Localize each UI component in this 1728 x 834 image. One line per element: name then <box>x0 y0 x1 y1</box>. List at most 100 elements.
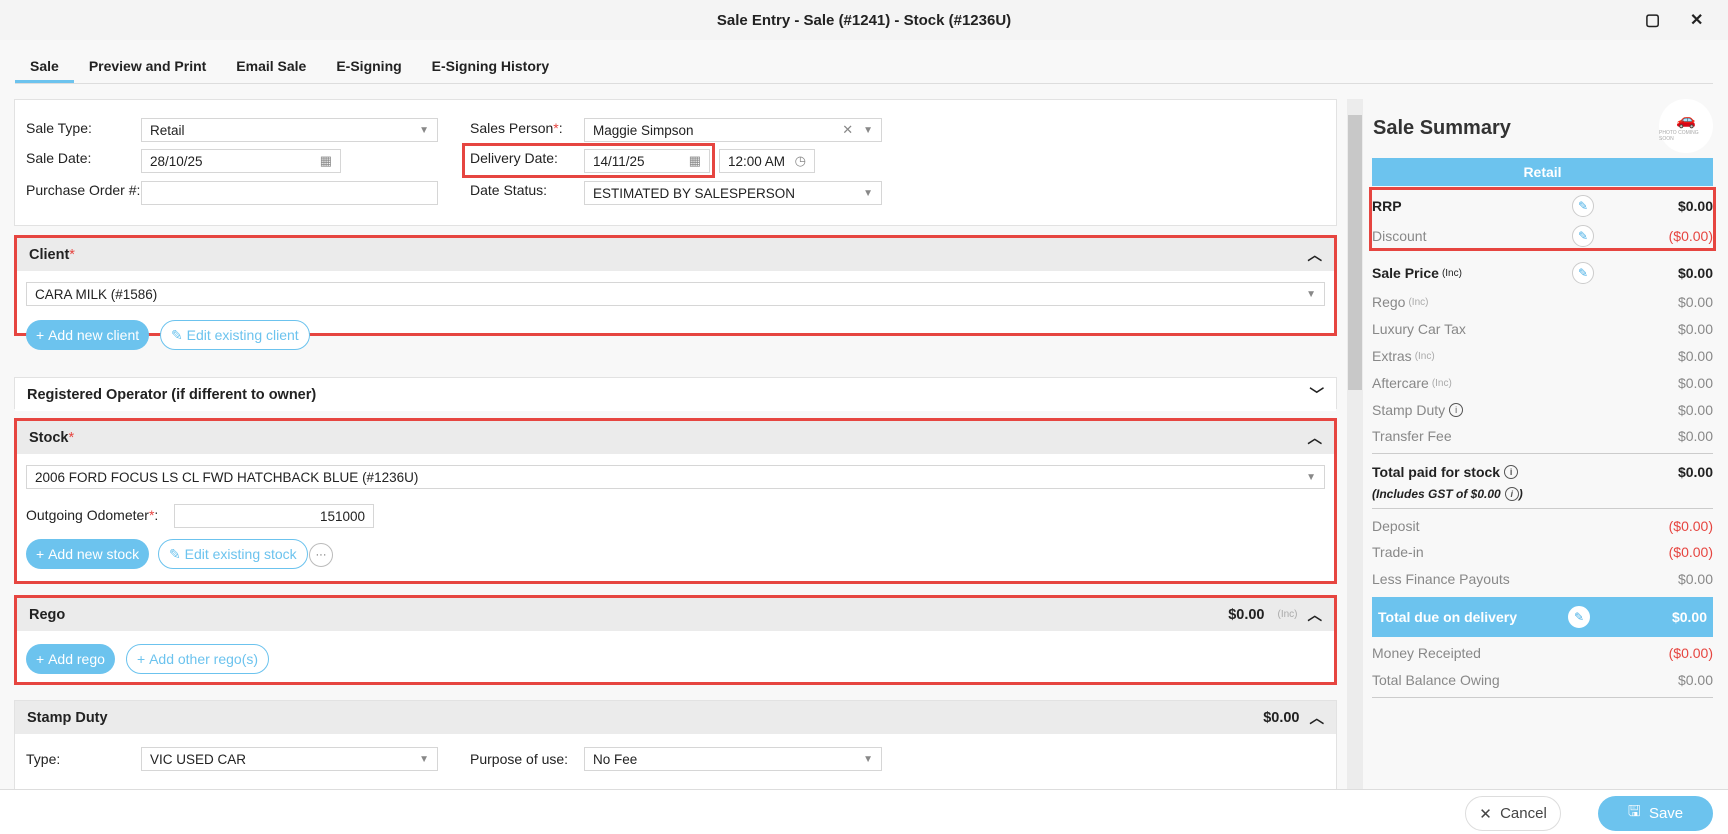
add-other-rego-button[interactable]: + Add other rego(s) <box>126 644 270 674</box>
stock-section: Stock * ︿ 2006 FORD FOCUS LS CL FWD HATCHB… <box>14 418 1337 584</box>
sale-date-input[interactable]: 28/10/25 ▦ <box>141 149 341 173</box>
chevron-up-icon[interactable]: ︿ <box>1308 427 1323 448</box>
add-rego-button[interactable]: + Add rego <box>26 644 115 674</box>
rego-row: Rego (Inc) $0.00 <box>1372 294 1713 310</box>
footer-bar: ✕ Cancel 🖫 Save <box>0 789 1728 834</box>
sale-price-row: Sale Price (Inc) $0.00 <box>1372 265 1713 281</box>
chevron-up-icon[interactable]: ︿ <box>1310 707 1325 728</box>
odometer-value: 151000 <box>319 508 365 524</box>
client-select[interactable]: CARA MILK (#1586) ▼ <box>26 282 1325 306</box>
registered-operator-section[interactable]: Registered Operator (if different to own… <box>14 377 1337 411</box>
stock-title: Stock <box>29 429 69 446</box>
edit-rrp-icon[interactable]: ✎ <box>1572 195 1594 217</box>
purpose-label: Purpose of use: <box>470 751 569 767</box>
close-icon[interactable]: ✕ <box>1690 10 1703 30</box>
rego-header[interactable]: Rego $0.00 (Inc) ︿ <box>17 598 1334 631</box>
edit-existing-stock-button[interactable]: ✎ Edit existing stock <box>158 539 308 569</box>
rego-section: Rego $0.00 (Inc) ︿ + Add rego + Add other r… <box>14 595 1337 685</box>
info-icon[interactable]: i <box>1504 465 1519 479</box>
vehicle-photo-placeholder: 🚗 PHOTO COMING SOON <box>1659 99 1713 153</box>
edit-existing-client-button[interactable]: ✎ Edit existing client <box>160 320 310 350</box>
sale-date-label: Sale Date: <box>26 150 92 166</box>
add-new-stock-button[interactable]: + Add new stock <box>26 539 150 569</box>
sale-type-select[interactable]: Retail ▼ <box>141 118 438 142</box>
chevron-up-icon[interactable]: ︿ <box>1308 604 1323 625</box>
tab-email-sale[interactable]: Email Sale <box>221 52 321 83</box>
delivery-time-input[interactable]: 12:00 AM ◷ <box>719 149 815 173</box>
info-icon[interactable]: i <box>1449 403 1464 417</box>
odometer-input[interactable]: 151000 <box>174 504 374 528</box>
po-label: Purchase Order #: <box>26 182 141 198</box>
date-status-value: ESTIMATED BY SALESPERSON <box>593 185 796 201</box>
stamp-duty-title: Stamp Duty <box>27 709 108 726</box>
chevron-down-icon: ▼ <box>863 753 873 765</box>
delivery-date-label: Delivery Date: <box>470 150 558 166</box>
edit-icon: ✎ <box>171 326 187 343</box>
delivery-date-input[interactable]: 14/11/25 ▦ <box>584 149 710 173</box>
stock-select[interactable]: 2006 FORD FOCUS LS CL FWD HATCHBACK BLUE… <box>26 465 1325 489</box>
registered-operator-title: Registered Operator (if different to own… <box>27 386 317 403</box>
chevron-down-icon: ▼ <box>419 124 429 136</box>
add-new-client-button[interactable]: + Add new client <box>26 320 150 350</box>
maximize-icon[interactable]: ▢ <box>1645 10 1660 30</box>
sales-person-value: Maggie Simpson <box>593 122 694 138</box>
rego-title: Rego <box>29 606 66 623</box>
plus-icon: + <box>36 327 49 343</box>
money-receipted-row: Money Receipted ($0.00) <box>1372 645 1713 661</box>
client-section: Client * ︿ CARA MILK (#1586) ▼ + Add new cl… <box>14 235 1337 350</box>
sale-type-value: Retail <box>150 122 185 138</box>
rego-inc: (Inc) <box>1277 609 1298 620</box>
plus-icon: + <box>137 651 150 667</box>
divider <box>1372 508 1713 509</box>
delivery-date-value: 14/11/25 <box>593 153 645 169</box>
tab-e-signing-history[interactable]: E-Signing History <box>417 52 564 83</box>
sale-summary-title: Sale Summary <box>1373 117 1511 139</box>
transfer-fee-row: Transfer Fee $0.00 <box>1372 428 1713 444</box>
tab-preview-print[interactable]: Preview and Print <box>74 52 221 83</box>
date-status-select[interactable]: ESTIMATED BY SALESPERSON ▼ <box>584 181 882 205</box>
registered-operator-header[interactable]: Registered Operator (if different to own… <box>15 378 1336 411</box>
sale-date-value: 28/10/25 <box>150 153 203 169</box>
chevron-up-icon[interactable]: ︿ <box>1308 244 1323 265</box>
total-due-row: Total due on delivery $0.00 <box>1372 597 1713 637</box>
sales-person-select[interactable]: Maggie Simpson ✕ ▼ <box>584 118 882 142</box>
car-icon: 🚗 <box>1676 112 1696 129</box>
stamp-duty-header[interactable]: Stamp Duty $0.00 ︿ <box>15 701 1336 734</box>
sale-summary-panel: Sale Summary 🚗 PHOTO COMING SOON Retail R… <box>1369 99 1716 789</box>
tab-e-signing[interactable]: E-Signing <box>321 52 416 83</box>
stock-header[interactable]: Stock * ︿ <box>17 421 1334 454</box>
edit-total-due-icon[interactable]: ✎ <box>1568 606 1590 628</box>
cancel-button[interactable]: ✕ Cancel <box>1465 796 1561 831</box>
chevron-down-icon: ▼ <box>1306 288 1316 300</box>
edit-sale-price-icon[interactable]: ✎ <box>1572 262 1594 284</box>
save-button[interactable]: 🖫 Save <box>1598 796 1713 831</box>
delivery-time-value: 12:00 AM <box>728 153 786 169</box>
chevron-down-icon: ▼ <box>863 124 873 136</box>
rrp-row: RRP $0.00 <box>1372 198 1713 214</box>
aftercare-row: Aftercare (Inc) $0.00 <box>1372 375 1713 391</box>
sale-form: Sale Type: Retail ▼ Sale Date: 28/10/25 ▦ … <box>14 99 1337 789</box>
discount-row: Discount ($0.00) <box>1372 228 1713 244</box>
window-title: Sale Entry - Sale (#1241) - Stock (#1236… <box>716 11 1012 29</box>
close-icon: ✕ <box>1479 805 1501 823</box>
clock-icon[interactable]: ◷ <box>795 153 806 169</box>
title-bar: Sale Entry - Sale (#1241) - Stock (#1236… <box>0 0 1728 40</box>
scrollbar-thumb[interactable] <box>1348 115 1362 390</box>
chevron-down-icon[interactable]: ﹀ <box>1310 384 1325 405</box>
purpose-select[interactable]: No Fee ▼ <box>584 747 882 771</box>
tab-sale[interactable]: Sale <box>15 52 74 83</box>
chevron-down-icon: ▼ <box>419 753 429 765</box>
client-header[interactable]: Client * ︿ <box>17 238 1334 271</box>
plus-icon: + <box>36 651 49 667</box>
more-options-button[interactable]: ··· <box>309 543 333 567</box>
tab-bar: Sale Preview and Print Email Sale E-Sign… <box>15 52 1713 84</box>
clear-icon[interactable]: ✕ <box>842 122 853 138</box>
info-icon[interactable]: i <box>1504 487 1519 501</box>
stamp-type-select[interactable]: VIC USED CAR ▼ <box>141 747 438 771</box>
po-input[interactable] <box>141 181 438 205</box>
edit-discount-icon[interactable]: ✎ <box>1572 225 1594 247</box>
calendar-icon[interactable]: ▦ <box>320 153 332 169</box>
stamp-duty-section: Stamp Duty $0.00 ︿ Type: VIC USED CAR ▼ Pur… <box>14 700 1337 789</box>
stamp-duty-amount: $0.00 <box>1263 709 1300 726</box>
calendar-icon[interactable]: ▦ <box>689 153 701 169</box>
